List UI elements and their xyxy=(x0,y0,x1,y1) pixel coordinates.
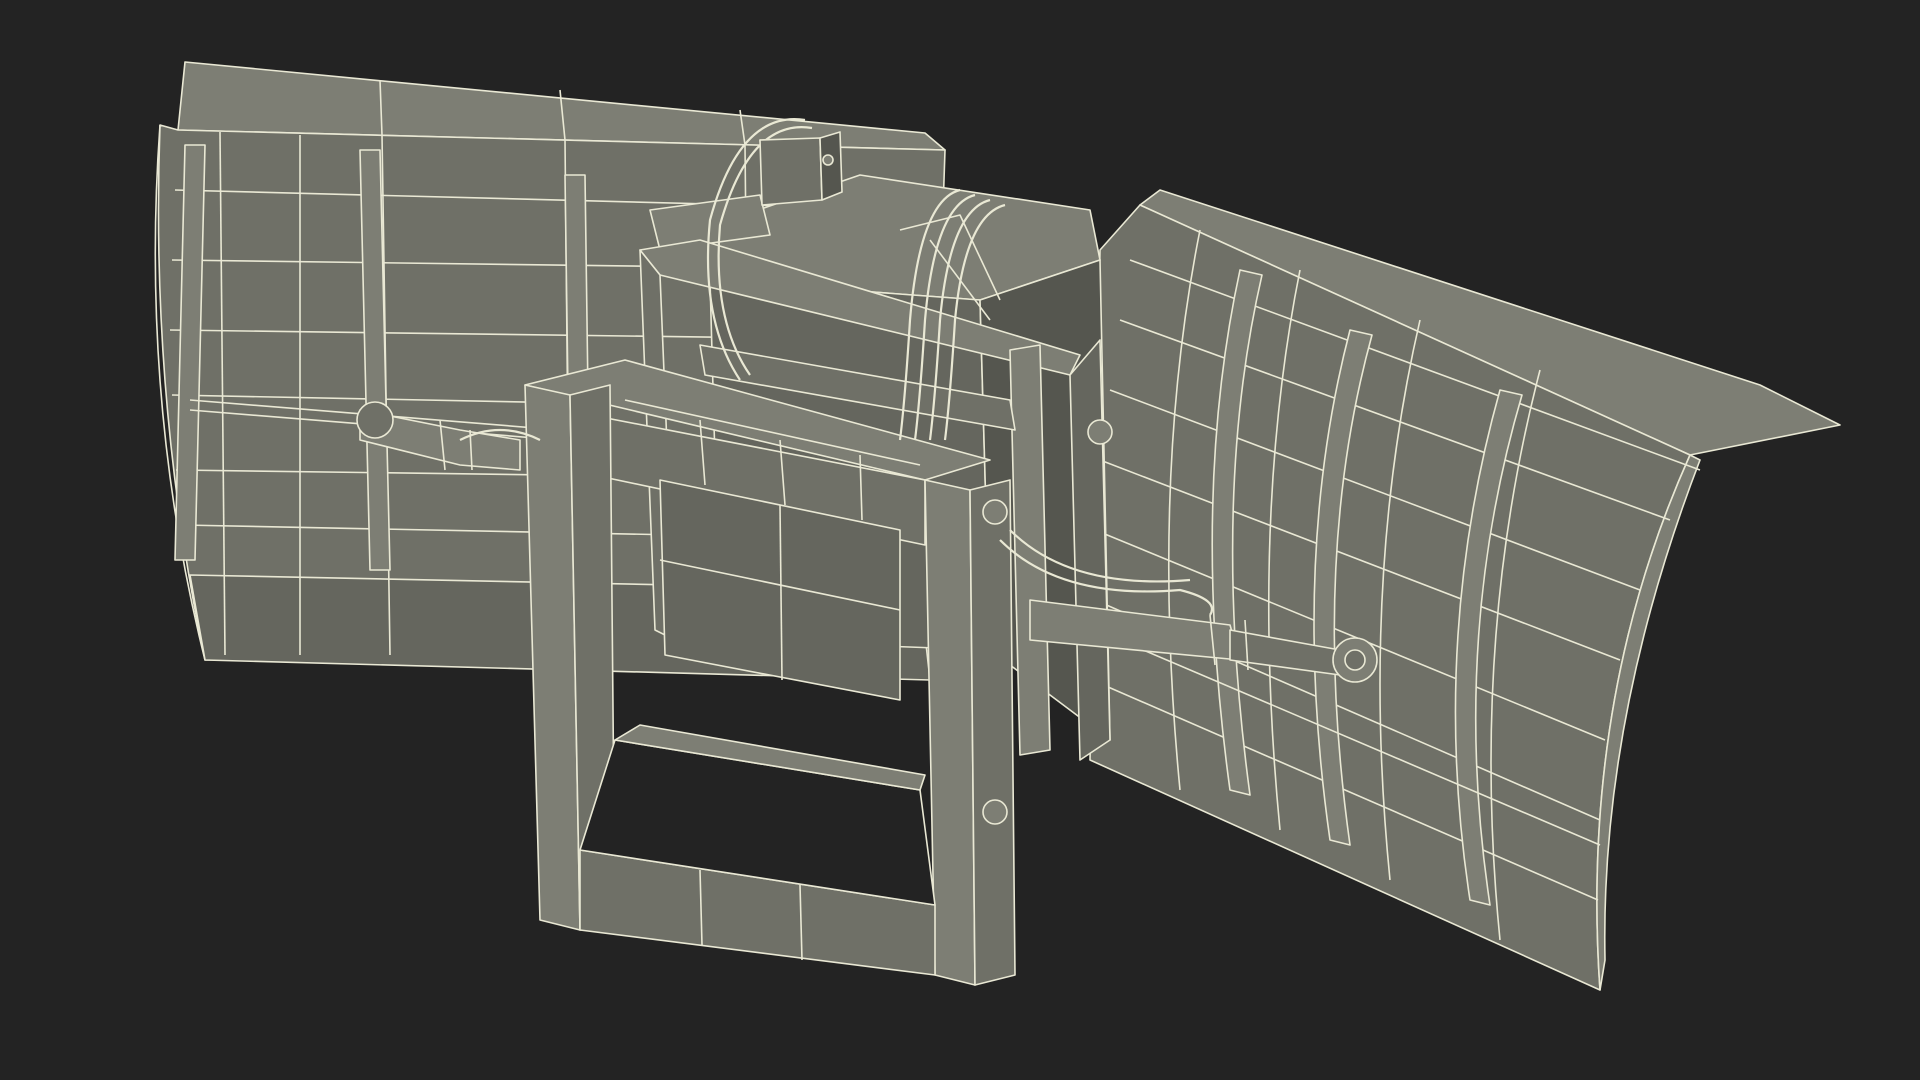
render-viewport xyxy=(0,0,1920,1080)
bolt xyxy=(982,499,1008,525)
bolt xyxy=(1087,419,1113,445)
control-box xyxy=(759,131,843,206)
wireframe-render xyxy=(0,0,1920,1080)
bolt xyxy=(982,799,1008,825)
